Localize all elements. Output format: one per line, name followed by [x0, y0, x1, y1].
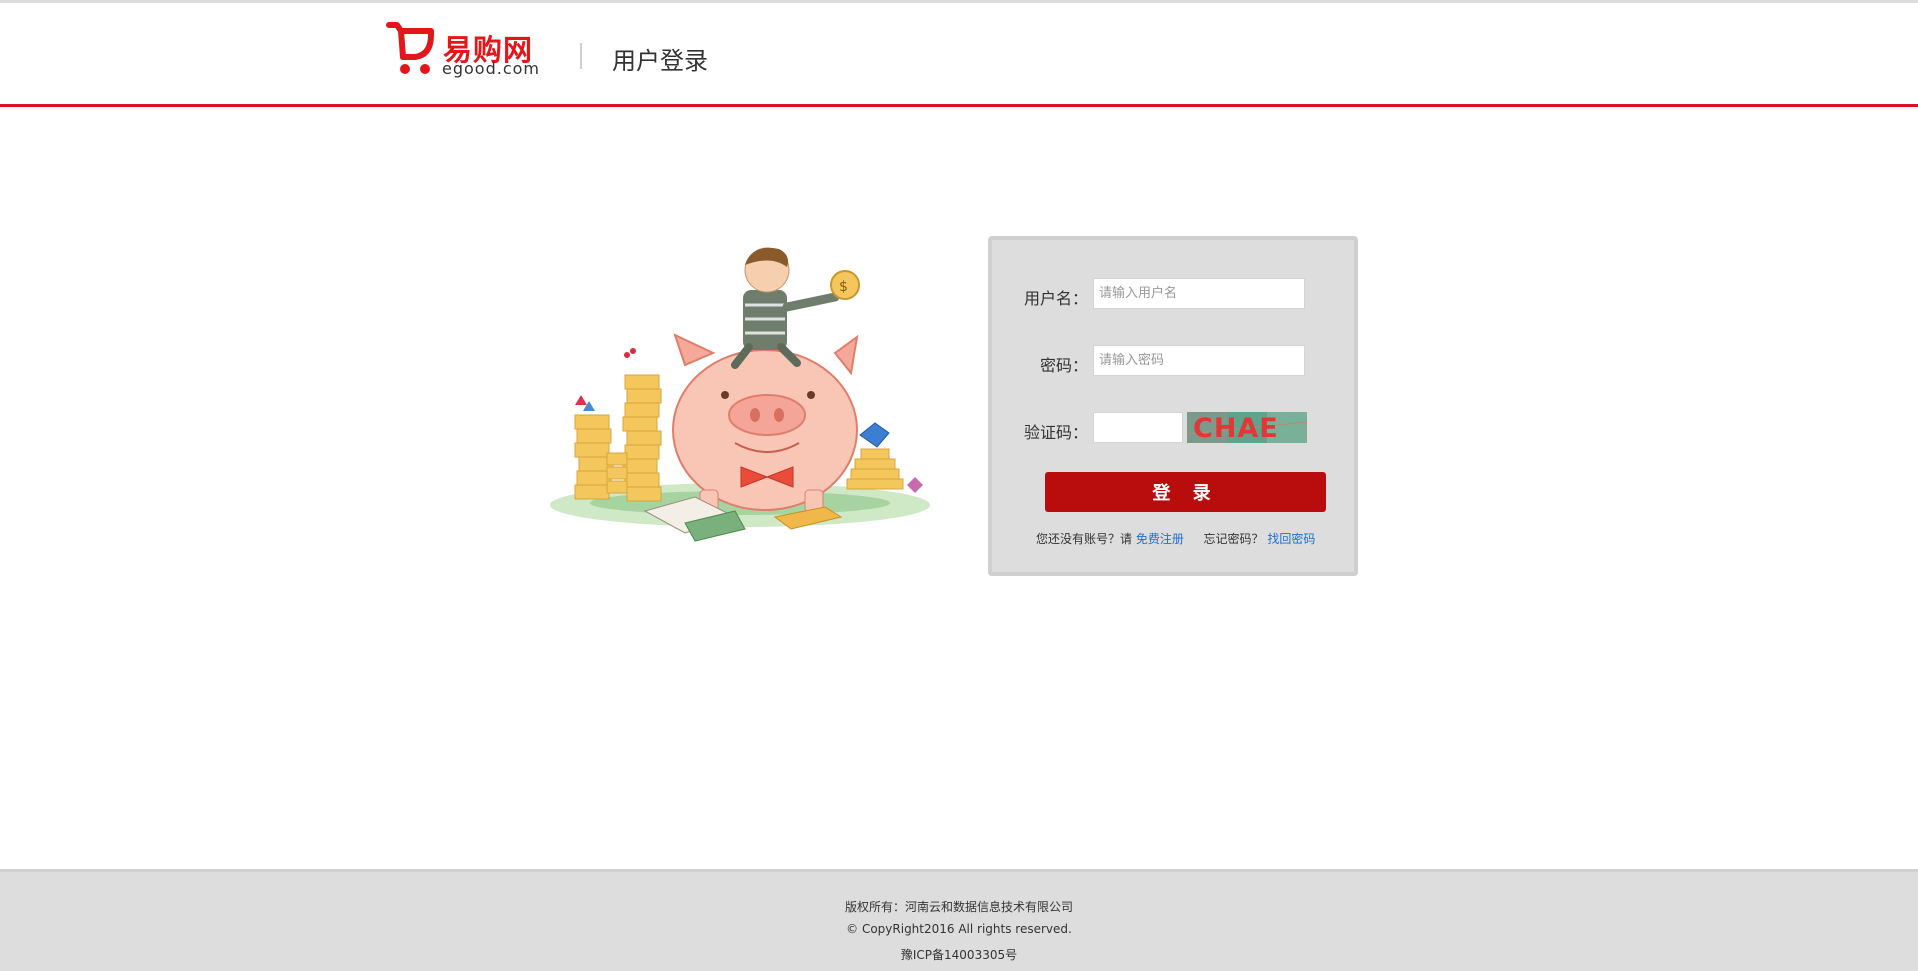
no-account-text: 您还没有账号？请	[1036, 532, 1133, 546]
site-footer: 版权所有：河南云和数据信息技术有限公司 © CopyRight2016 All …	[0, 869, 1918, 971]
password-input[interactable]	[1093, 345, 1305, 376]
site-header: 易购网 egood.com 用户登录	[0, 3, 1918, 104]
footer-icp[interactable]: 豫ICP备14003305号	[0, 946, 1918, 963]
recover-password-link[interactable]: 找回密码	[1267, 532, 1315, 546]
footer-copyright-owner: 版权所有：河南云和数据信息技术有限公司	[844, 900, 1073, 914]
login-panel: 用户名： 密码： 验证码： CHAE 登 录 您还没有账号？请 免费注册 忘记密…	[988, 236, 1358, 576]
captcha-input[interactable]	[1093, 412, 1183, 443]
shopping-cart-icon	[386, 22, 434, 74]
username-label: 用户名：	[1023, 289, 1088, 308]
login-button[interactable]: 登 录	[1045, 472, 1326, 512]
forgot-password-text: 忘记密码？	[1203, 532, 1264, 546]
captcha-text: CHAE	[1193, 413, 1279, 443]
username-input[interactable]	[1093, 278, 1305, 309]
logo-text-en: egood.com	[442, 59, 540, 78]
page-title: 用户登录	[612, 47, 708, 75]
site-logo[interactable]: 易购网 egood.com	[385, 19, 545, 79]
register-link[interactable]: 免费注册	[1136, 532, 1184, 546]
piggy-bank-illustration: $	[550, 247, 930, 542]
svg-text:$: $	[839, 279, 848, 295]
password-label: 密码：	[1039, 356, 1088, 375]
header-accent-line	[0, 104, 1918, 107]
header-divider	[580, 43, 582, 69]
account-links: 您还没有账号？请 免费注册 忘记密码？ 找回密码	[1036, 530, 1336, 547]
captcha-image[interactable]: CHAE	[1187, 412, 1307, 443]
footer-copyright: © CopyRight2016 All rights reserved.	[846, 922, 1072, 936]
captcha-label: 验证码：	[1023, 423, 1088, 442]
